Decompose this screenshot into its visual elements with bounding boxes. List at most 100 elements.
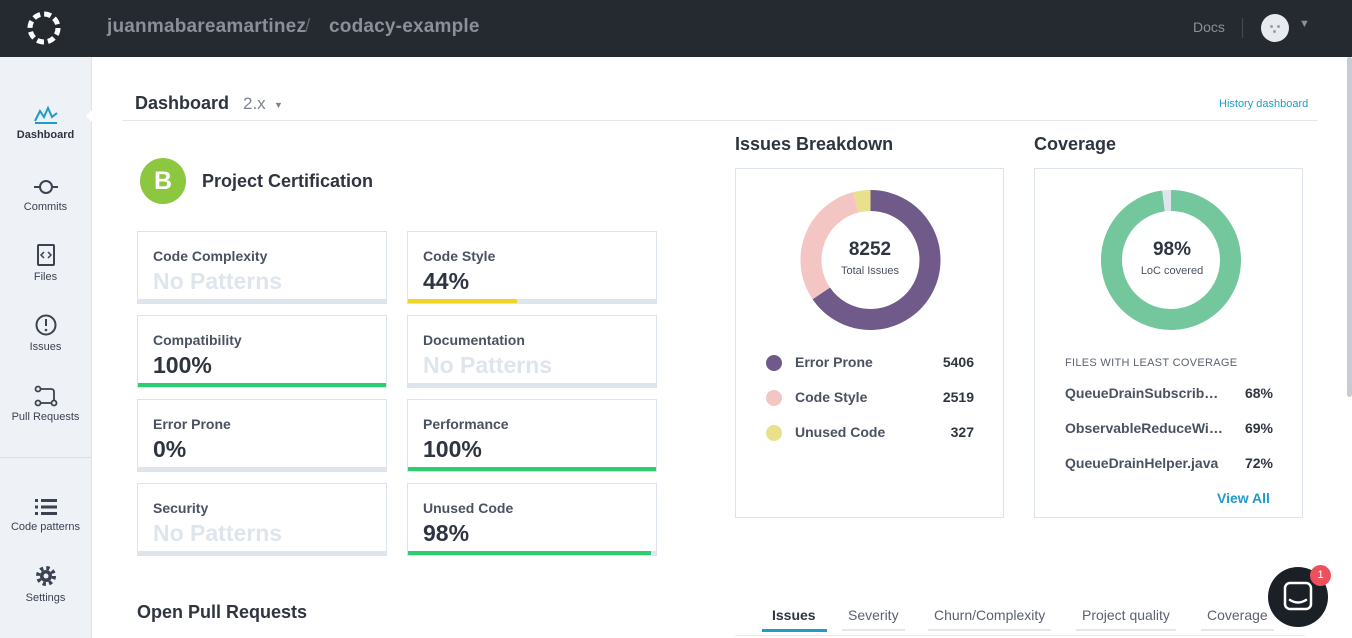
legend-item: Unused Code 327 xyxy=(766,423,974,443)
progress-fill xyxy=(408,299,518,303)
legend-color-swatch xyxy=(766,355,782,371)
certification-card-label: Code Style xyxy=(423,248,496,264)
gear-icon xyxy=(35,566,56,586)
legend-color-swatch xyxy=(766,390,782,406)
progress-track xyxy=(138,551,386,555)
certification-card-label: Documentation xyxy=(423,332,525,348)
top-bar: juanmabareamartinez / codacy-example Doc… xyxy=(0,0,1352,57)
certification-card-label: Security xyxy=(153,500,209,516)
tabs-divider xyxy=(735,635,1305,636)
certification-card-value: 100% xyxy=(423,436,482,462)
sidebar-item-code-patterns[interactable]: Code patterns xyxy=(0,497,91,533)
sidebar-item-label: Code patterns xyxy=(10,521,81,533)
certification-card[interactable]: Documentation No Patterns xyxy=(407,315,657,388)
avatar[interactable] xyxy=(1261,14,1289,42)
sidebar-item-label: Files xyxy=(33,271,58,283)
certification-card-label: Unused Code xyxy=(423,500,514,516)
grade-badge: B xyxy=(140,158,186,204)
sidebar-item-commits[interactable]: Commits xyxy=(0,177,91,213)
coverage-file-row[interactable]: QueueDrainHelper.java 72% xyxy=(1065,455,1273,475)
coverage-file-row[interactable]: QueueDrainSubscriber.java 68% xyxy=(1065,385,1273,405)
certification-card[interactable]: Unused Code 98% xyxy=(407,483,657,556)
issues-donut-center: 8252 Total Issues xyxy=(810,239,930,277)
coverage-file-percent: 69% xyxy=(1244,420,1273,436)
tab-project-quality[interactable]: Project quality xyxy=(1076,607,1176,631)
sidebar-item-settings[interactable]: Settings xyxy=(0,564,91,604)
certification-card[interactable]: Security No Patterns xyxy=(137,483,387,556)
certification-card-value: No Patterns xyxy=(153,268,283,294)
coverage-file-name[interactable]: ObservableReduceWithSingle.java xyxy=(1065,420,1225,436)
coverage-donut-center: 98% LoC covered xyxy=(1112,239,1232,277)
legend-label: Code Style xyxy=(795,389,868,405)
coverage-file-percent: 68% xyxy=(1244,385,1273,401)
sidebar-item-issues[interactable]: Issues xyxy=(0,313,91,353)
coverage-file-row[interactable]: ObservableReduceWithSingle.java 69% xyxy=(1065,420,1273,440)
tab-churn-complexity[interactable]: Churn/Complexity xyxy=(928,607,1052,631)
certification-card[interactable]: Performance 100% xyxy=(407,399,657,472)
docs-link[interactable]: Docs xyxy=(1193,19,1225,35)
tab-severity[interactable]: Severity xyxy=(842,607,905,631)
certification-card-value: 100% xyxy=(153,352,212,378)
chevron-down-icon[interactable]: ▼ xyxy=(274,100,283,110)
sidebar-item-pull-requests[interactable]: Pull Requests xyxy=(0,385,91,423)
dashboard-icon xyxy=(33,105,58,124)
history-dashboard-link[interactable]: History dashboard xyxy=(1219,98,1308,110)
legend-value: 327 xyxy=(950,424,974,440)
issues-breakdown-panel: 8252 Total Issues Error Prone 5406 Code St… xyxy=(735,168,1004,518)
total-issues-label: Total Issues xyxy=(840,265,900,277)
header-divider xyxy=(122,120,1318,121)
certification-card[interactable]: Compatibility 100% xyxy=(137,315,387,388)
tab-issues[interactable]: Issues xyxy=(762,607,827,632)
coverage-percent: 98% xyxy=(1152,239,1192,260)
sidebar-divider xyxy=(0,457,91,458)
coverage-panel: 98% LoC covered FILES WITH LEAST COVERAG… xyxy=(1034,168,1303,518)
coverage-file-name[interactable]: QueueDrainHelper.java xyxy=(1065,455,1225,471)
files-least-coverage-heading: FILES WITH LEAST COVERAGE xyxy=(1065,357,1238,369)
progress-fill xyxy=(408,467,656,471)
certification-card-value: 98% xyxy=(423,520,470,546)
certification-card[interactable]: Code Complexity No Patterns xyxy=(137,231,387,304)
coverage-title: Coverage xyxy=(1034,134,1117,154)
coverage-percent-label: LoC covered xyxy=(1140,265,1204,277)
certification-card-value: 44% xyxy=(423,268,470,294)
progress-fill xyxy=(138,383,386,387)
codacy-logo-icon[interactable] xyxy=(26,10,62,46)
sidebar-item-dashboard[interactable]: Dashboard xyxy=(0,105,91,141)
certification-card-label: Performance xyxy=(423,416,509,432)
total-issues-value: 8252 xyxy=(848,239,892,260)
breadcrumb-separator: / xyxy=(305,16,311,37)
sidebar: Dashboard Commits Files Issues Pull Requ… xyxy=(0,57,92,638)
issues-breakdown-title: Issues Breakdown xyxy=(735,134,894,154)
sidebar-item-label: Commits xyxy=(23,201,68,213)
notification-badge: 1 xyxy=(1310,565,1331,586)
legend-item: Error Prone 5406 xyxy=(766,353,974,373)
certification-card-value: No Patterns xyxy=(153,520,283,546)
sidebar-item-files[interactable]: Files xyxy=(0,243,91,283)
donut-slice-unused-code[interactable] xyxy=(853,190,871,213)
breadcrumb-repo[interactable]: codacy-example xyxy=(329,16,480,38)
certification-card-label: Code Complexity xyxy=(153,248,268,264)
pull-request-icon xyxy=(34,385,57,407)
chevron-down-icon[interactable]: ▼ xyxy=(1299,18,1310,30)
certification-card-value: No Patterns xyxy=(423,352,553,378)
certification-card[interactable]: Error Prone 0% xyxy=(137,399,387,472)
open-pull-requests-title: Open Pull Requests xyxy=(137,602,308,622)
version-select[interactable]: 2.x xyxy=(243,94,266,114)
coverage-file-name[interactable]: QueueDrainSubscriber.java xyxy=(1065,385,1225,401)
tab-coverage[interactable]: Coverage xyxy=(1201,607,1274,631)
certification-card-label: Compatibility xyxy=(153,332,242,348)
legend-value: 2519 xyxy=(942,389,974,405)
certification-card[interactable]: Code Style 44% xyxy=(407,231,657,304)
legend-item: Code Style 2519 xyxy=(766,388,974,408)
progress-fill xyxy=(408,551,652,555)
page-title: Dashboard xyxy=(135,93,230,113)
view-all-link[interactable]: View All xyxy=(1217,490,1270,506)
certification-card-label: Error Prone xyxy=(153,416,231,432)
legend-color-swatch xyxy=(766,425,782,441)
page-scrollbar[interactable] xyxy=(1347,57,1352,397)
breadcrumb-org[interactable]: juanmabareamartinez xyxy=(107,16,306,38)
progress-track xyxy=(138,299,386,303)
list-icon xyxy=(34,499,57,515)
progress-track xyxy=(408,383,656,387)
legend-label: Error Prone xyxy=(795,354,873,370)
